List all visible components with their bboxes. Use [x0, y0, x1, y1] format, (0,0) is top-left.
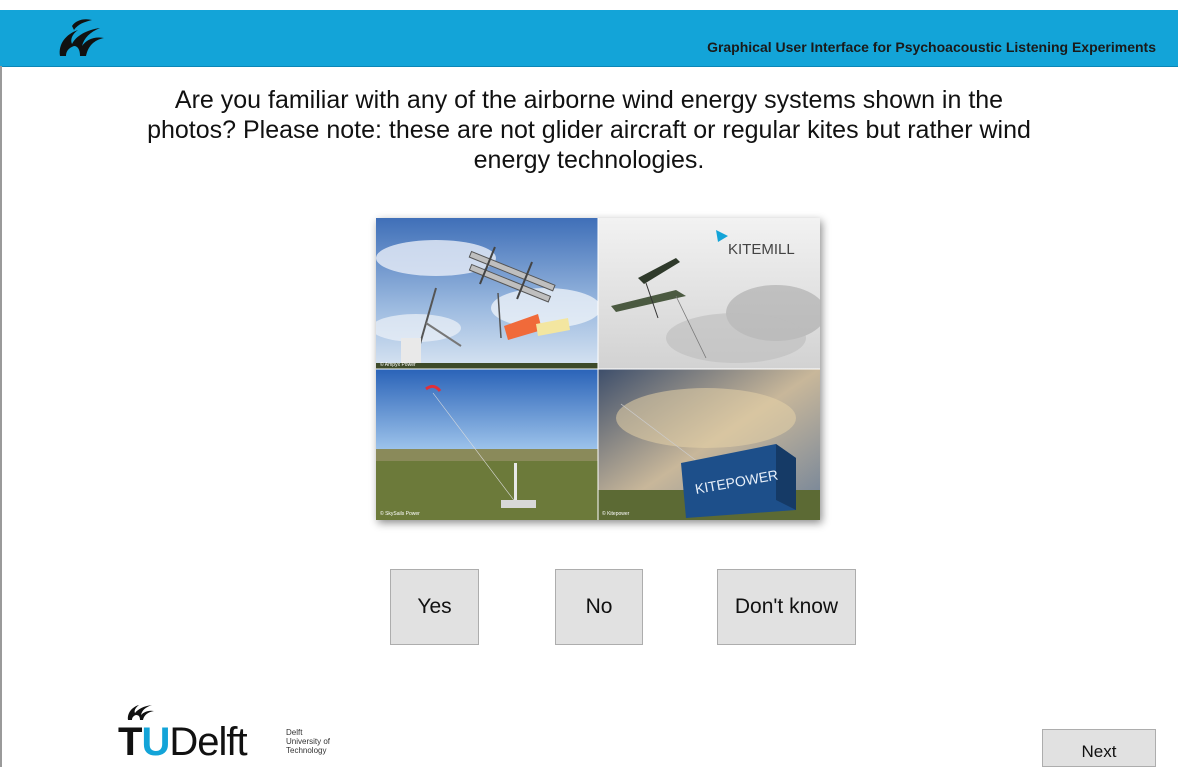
header-bar: Graphical User Interface for Psychoacous…	[0, 10, 1178, 67]
question-text: Are you familiar with any of the airborn…	[147, 86, 1031, 174]
photo-kitepower: KITEPOWER © Kitepower	[598, 369, 820, 520]
yes-button[interactable]: Yes	[390, 569, 479, 645]
window-border	[0, 66, 2, 767]
tudelft-subtitle: Delft University of Technology	[286, 728, 331, 756]
dont-know-button[interactable]: Don't know	[717, 569, 856, 645]
tudelft-flame-icon	[59, 19, 104, 56]
svg-text:© SkySails Power: © SkySails Power	[380, 510, 420, 517]
tudelft-wordmark: TUDelft	[118, 720, 248, 764]
photo-kitemill: KITEMILL	[598, 218, 820, 369]
experiment-window: Graphical User Interface for Psychoacous…	[0, 0, 1178, 767]
tudelft-flame-icon	[127, 705, 154, 720]
svg-text:© Kitepower: © Kitepower	[602, 510, 630, 517]
svg-text:© Ampyx Power: © Ampyx Power	[380, 361, 416, 368]
next-button[interactable]: Next	[1042, 729, 1156, 767]
awe-photo-collage: © Ampyx Power KITEMILL © SkySails Power …	[376, 218, 820, 520]
app-title: Graphical User Interface for Psychoacous…	[707, 39, 1156, 55]
photo-skysails: © SkySails Power	[376, 369, 598, 520]
tudelft-logo: TUDelft Delft University of Technology	[118, 698, 358, 764]
photo-ampyx: © Ampyx Power	[376, 218, 601, 369]
no-button[interactable]: No	[555, 569, 643, 645]
svg-text:KITEMILL: KITEMILL	[728, 241, 795, 258]
